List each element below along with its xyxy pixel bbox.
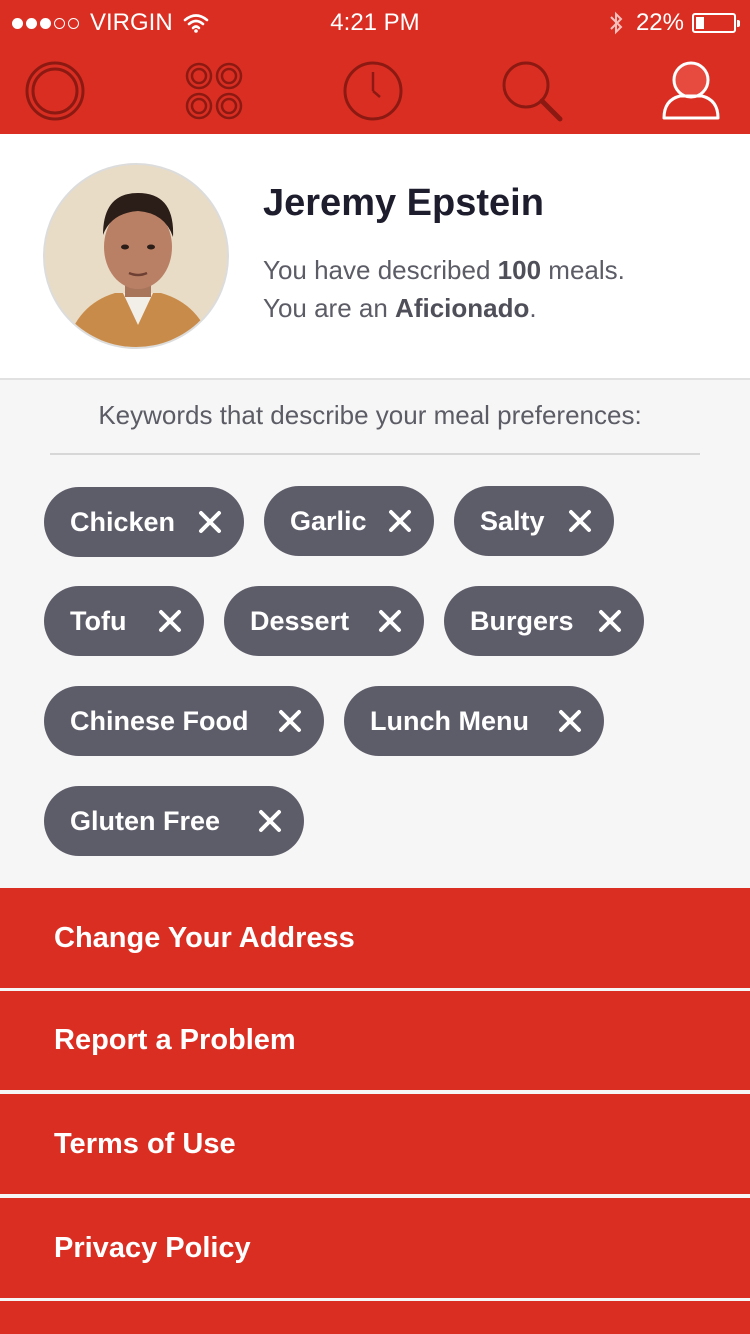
keyword-label: Chinese Food	[70, 705, 249, 736]
status-right: 22%	[608, 9, 740, 37]
keyword-label: Garlic	[290, 505, 367, 536]
remove-keyword-icon[interactable]	[558, 709, 582, 733]
profile-icon[interactable]	[656, 56, 726, 126]
keyword-label: Chicken	[70, 506, 176, 537]
keyword-chip[interactable]: Chicken	[44, 487, 244, 557]
menu-next-item[interactable]	[0, 1301, 750, 1334]
battery-percent: 22%	[635, 9, 684, 36]
keyword-chip[interactable]: Salty	[454, 486, 614, 556]
grid-icon[interactable]	[179, 56, 249, 126]
keyword-chip[interactable]: Dessert	[224, 586, 424, 656]
status-bar: VIRGIN 4:21 PM 22%	[0, 0, 750, 48]
menu-change-address[interactable]: Change Your Address	[0, 888, 750, 988]
keyword-label: Salty	[480, 505, 545, 536]
keywords-heading: Keywords that describe your meal prefere…	[98, 400, 642, 430]
keyword-label: Burgers	[470, 605, 574, 636]
avatar[interactable]	[43, 163, 229, 349]
menu-item-label: Privacy Policy	[54, 1231, 251, 1264]
top-nav-bar	[0, 48, 750, 134]
search-icon[interactable]	[497, 56, 567, 126]
menu-item-label: Terms of Use	[54, 1127, 236, 1160]
keyword-chip[interactable]: Gluten Free	[44, 786, 304, 856]
remove-keyword-icon[interactable]	[198, 510, 222, 534]
remove-keyword-icon[interactable]	[258, 809, 282, 833]
bluetooth-icon	[610, 11, 623, 35]
meal-count-suffix: meals.	[541, 255, 625, 285]
keyword-chip[interactable]: Lunch Menu	[344, 686, 604, 756]
remove-keyword-icon[interactable]	[388, 509, 412, 533]
remove-keyword-icon[interactable]	[568, 509, 592, 533]
meal-count-text: You have described 100 meals.	[263, 255, 625, 286]
keyword-chip[interactable]: Garlic	[264, 486, 434, 556]
keyword-label: Lunch Menu	[370, 705, 529, 736]
keyword-chip[interactable]: Tofu	[44, 586, 204, 656]
user-level-text: You are an Aficionado.	[263, 293, 537, 324]
keyword-label: Dessert	[250, 605, 350, 636]
clock-icon[interactable]	[338, 56, 408, 126]
user-level-suffix: .	[529, 293, 537, 323]
user-name: Jeremy Epstein	[263, 182, 544, 224]
remove-keyword-icon[interactable]	[278, 709, 302, 733]
remove-keyword-icon[interactable]	[378, 609, 402, 633]
menu-item-label: Change Your Address	[54, 921, 355, 954]
menu-privacy-policy[interactable]: Privacy Policy	[0, 1198, 750, 1298]
keyword-chip[interactable]: Burgers	[444, 586, 644, 656]
home-icon[interactable]	[20, 56, 90, 126]
user-level-prefix: You are an	[263, 293, 396, 323]
keyword-label: Gluten Free	[70, 805, 221, 836]
keyword-chip[interactable]: Chinese Food	[44, 686, 324, 756]
battery-icon	[692, 13, 740, 33]
meal-count-prefix: You have described	[263, 255, 498, 285]
meal-count-value: 100	[497, 255, 542, 285]
remove-keyword-icon[interactable]	[598, 609, 622, 633]
menu-terms-of-use[interactable]: Terms of Use	[0, 1094, 750, 1194]
menu-report-problem[interactable]: Report a Problem	[0, 991, 750, 1090]
keywords-divider	[50, 453, 700, 455]
user-level-value: Aficionado	[395, 293, 530, 323]
profile-card: Jeremy Epstein You have described 100 me…	[0, 134, 750, 380]
keyword-label: Tofu	[70, 605, 127, 636]
menu-item-label: Report a Problem	[54, 1024, 296, 1056]
remove-keyword-icon[interactable]	[158, 609, 182, 633]
